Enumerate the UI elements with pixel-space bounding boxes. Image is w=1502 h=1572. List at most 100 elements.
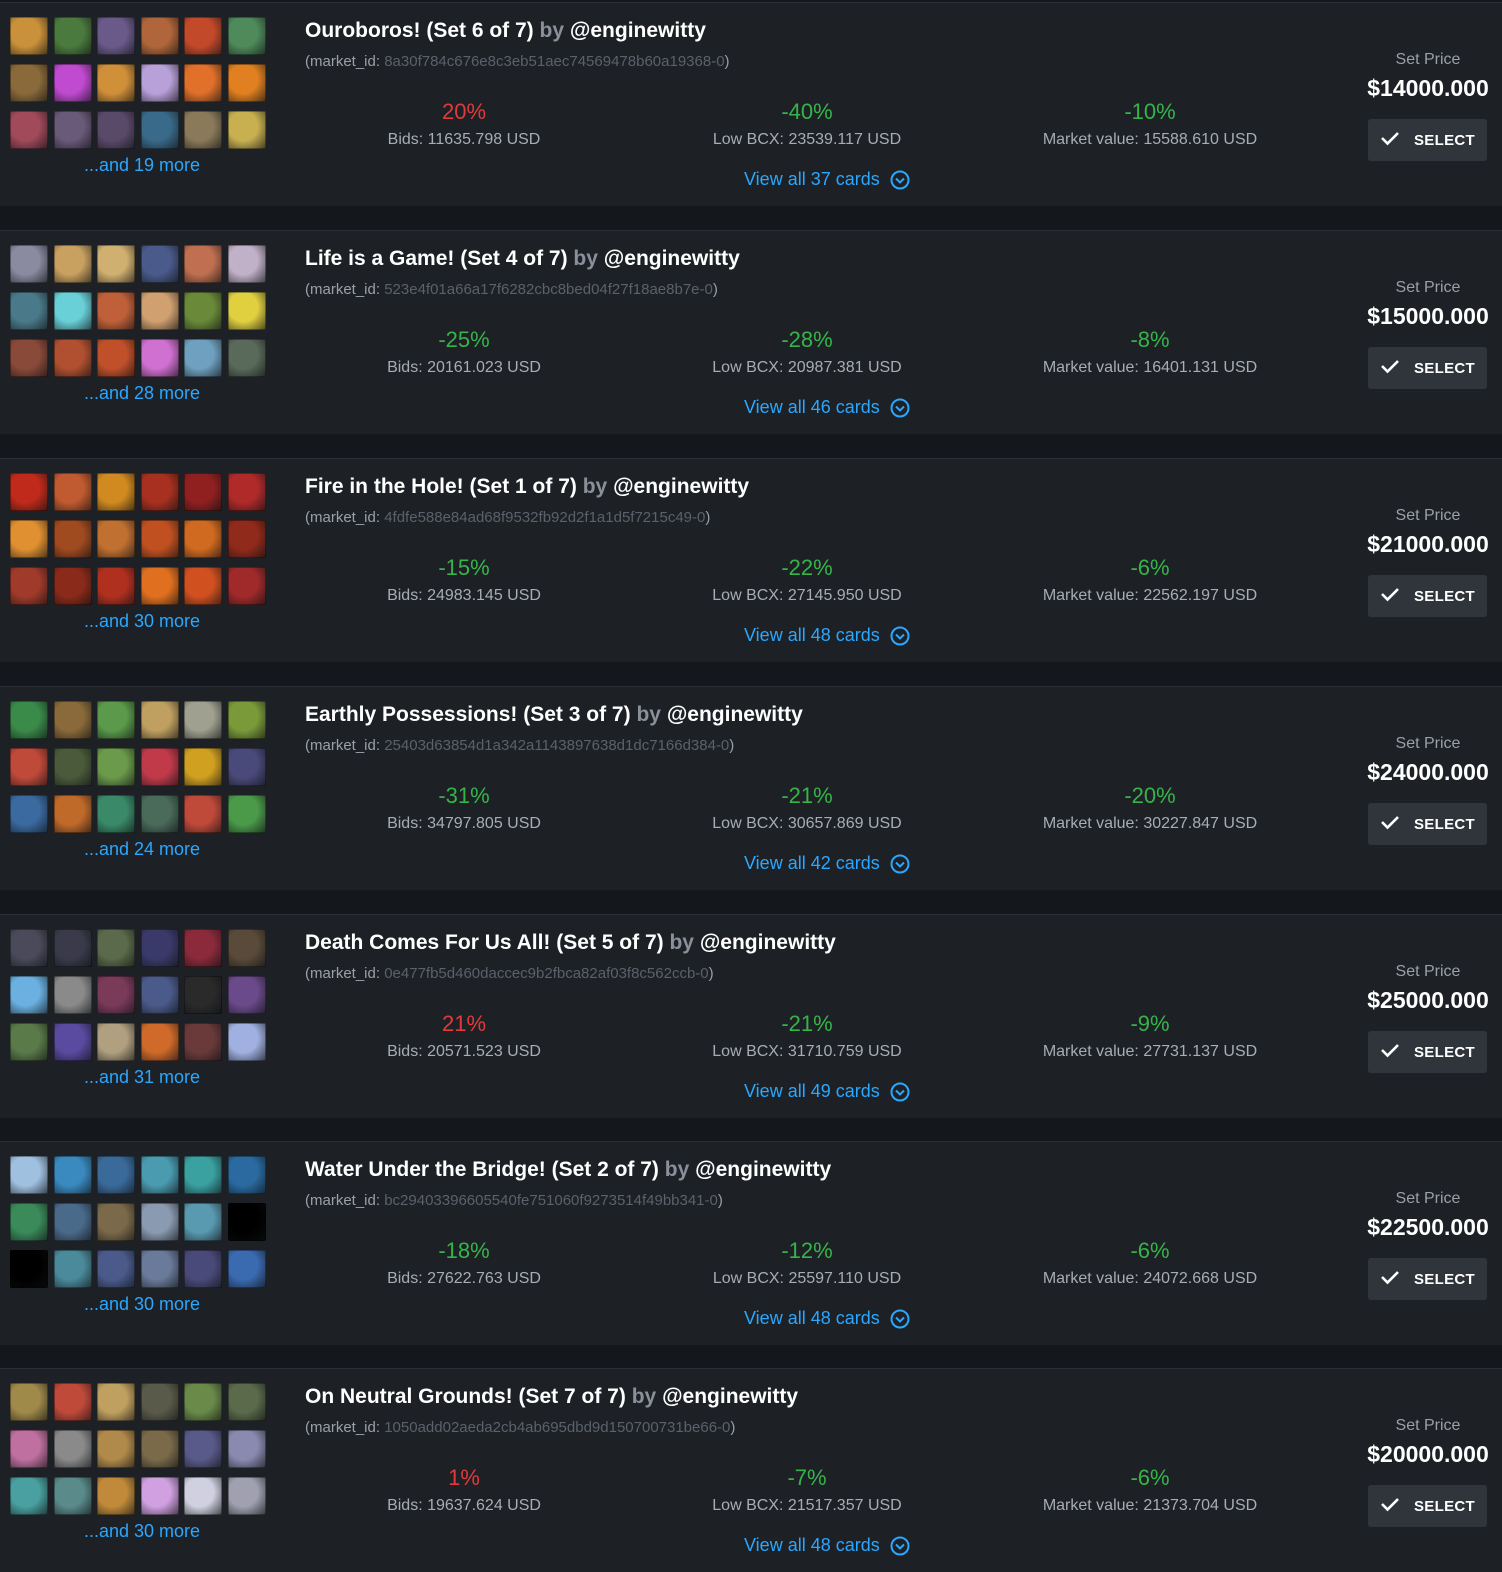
card-thumbnail[interactable] bbox=[228, 292, 266, 330]
card-thumbnail[interactable] bbox=[97, 1430, 135, 1468]
card-thumbnail[interactable] bbox=[141, 701, 179, 739]
card-thumbnail[interactable] bbox=[184, 520, 222, 558]
card-thumbnail[interactable] bbox=[10, 1383, 48, 1421]
card-thumbnail[interactable] bbox=[141, 245, 179, 283]
card-thumbnail[interactable] bbox=[54, 976, 92, 1014]
card-thumbnail[interactable] bbox=[54, 1023, 92, 1061]
card-thumbnail[interactable] bbox=[141, 976, 179, 1014]
card-thumbnail[interactable] bbox=[184, 929, 222, 967]
select-button[interactable]: SELECT bbox=[1368, 347, 1487, 389]
and-more-link[interactable]: ...and 31 more bbox=[0, 1067, 284, 1088]
view-all-cards-link[interactable]: View all 48 cards bbox=[744, 625, 910, 646]
card-thumbnail[interactable] bbox=[97, 748, 135, 786]
card-thumbnail[interactable] bbox=[184, 339, 222, 377]
card-thumbnail[interactable] bbox=[10, 929, 48, 967]
card-thumbnail[interactable] bbox=[10, 976, 48, 1014]
card-thumbnail[interactable] bbox=[228, 701, 266, 739]
card-thumbnail[interactable] bbox=[10, 1203, 48, 1241]
card-thumbnail[interactable] bbox=[228, 111, 266, 149]
select-button[interactable]: SELECT bbox=[1368, 1258, 1487, 1300]
card-thumbnail[interactable] bbox=[184, 976, 222, 1014]
card-thumbnail[interactable] bbox=[97, 111, 135, 149]
card-thumbnail[interactable] bbox=[54, 1250, 92, 1288]
card-thumbnail[interactable] bbox=[141, 292, 179, 330]
and-more-link[interactable]: ...and 30 more bbox=[0, 611, 284, 632]
card-thumbnail[interactable] bbox=[228, 339, 266, 377]
and-more-link[interactable]: ...and 30 more bbox=[0, 1521, 284, 1542]
card-thumbnail[interactable] bbox=[97, 701, 135, 739]
select-button[interactable]: SELECT bbox=[1368, 1485, 1487, 1527]
card-thumbnail[interactable] bbox=[10, 64, 48, 102]
card-thumbnail[interactable] bbox=[228, 64, 266, 102]
card-thumbnail[interactable] bbox=[141, 929, 179, 967]
card-thumbnail[interactable] bbox=[184, 1023, 222, 1061]
select-button[interactable]: SELECT bbox=[1368, 1031, 1487, 1073]
card-thumbnail[interactable] bbox=[228, 1156, 266, 1194]
card-thumbnail[interactable] bbox=[141, 17, 179, 55]
card-thumbnail[interactable] bbox=[54, 701, 92, 739]
card-thumbnail[interactable] bbox=[141, 339, 179, 377]
card-thumbnail[interactable] bbox=[184, 473, 222, 511]
card-thumbnail[interactable] bbox=[10, 1430, 48, 1468]
card-thumbnail[interactable] bbox=[184, 292, 222, 330]
card-thumbnail[interactable] bbox=[184, 1250, 222, 1288]
card-thumbnail[interactable] bbox=[184, 748, 222, 786]
card-thumbnail[interactable] bbox=[10, 748, 48, 786]
card-thumbnail[interactable] bbox=[54, 520, 92, 558]
card-thumbnail[interactable] bbox=[10, 1156, 48, 1194]
card-thumbnail[interactable] bbox=[141, 1023, 179, 1061]
card-thumbnail[interactable] bbox=[97, 292, 135, 330]
card-thumbnail[interactable] bbox=[141, 111, 179, 149]
card-thumbnail[interactable] bbox=[97, 795, 135, 833]
card-thumbnail[interactable] bbox=[141, 1156, 179, 1194]
card-thumbnail[interactable] bbox=[141, 1383, 179, 1421]
view-all-cards-link[interactable]: View all 48 cards bbox=[744, 1535, 910, 1556]
card-thumbnail[interactable] bbox=[10, 795, 48, 833]
card-thumbnail[interactable] bbox=[184, 1203, 222, 1241]
card-thumbnail[interactable] bbox=[97, 339, 135, 377]
card-thumbnail[interactable] bbox=[97, 929, 135, 967]
card-thumbnail[interactable] bbox=[54, 795, 92, 833]
card-thumbnail[interactable] bbox=[184, 795, 222, 833]
card-thumbnail[interactable] bbox=[54, 292, 92, 330]
select-button[interactable]: SELECT bbox=[1368, 803, 1487, 845]
card-thumbnail[interactable] bbox=[141, 64, 179, 102]
card-thumbnail[interactable] bbox=[97, 64, 135, 102]
card-thumbnail[interactable] bbox=[10, 1250, 48, 1288]
card-thumbnail[interactable] bbox=[228, 1250, 266, 1288]
card-thumbnail[interactable] bbox=[10, 1477, 48, 1515]
card-thumbnail[interactable] bbox=[10, 292, 48, 330]
card-thumbnail[interactable] bbox=[97, 567, 135, 605]
card-thumbnail[interactable] bbox=[54, 245, 92, 283]
card-thumbnail[interactable] bbox=[228, 567, 266, 605]
card-thumbnail[interactable] bbox=[228, 976, 266, 1014]
card-thumbnail[interactable] bbox=[10, 17, 48, 55]
card-thumbnail[interactable] bbox=[184, 111, 222, 149]
card-thumbnail[interactable] bbox=[141, 1203, 179, 1241]
and-more-link[interactable]: ...and 24 more bbox=[0, 839, 284, 860]
card-thumbnail[interactable] bbox=[97, 1156, 135, 1194]
card-thumbnail[interactable] bbox=[141, 1477, 179, 1515]
card-thumbnail[interactable] bbox=[97, 520, 135, 558]
card-thumbnail[interactable] bbox=[141, 748, 179, 786]
card-thumbnail[interactable] bbox=[184, 1156, 222, 1194]
card-thumbnail[interactable] bbox=[10, 701, 48, 739]
card-thumbnail[interactable] bbox=[141, 567, 179, 605]
card-thumbnail[interactable] bbox=[97, 976, 135, 1014]
card-thumbnail[interactable] bbox=[54, 1383, 92, 1421]
card-thumbnail[interactable] bbox=[184, 567, 222, 605]
card-thumbnail[interactable] bbox=[184, 1383, 222, 1421]
card-thumbnail[interactable] bbox=[141, 1250, 179, 1288]
card-thumbnail[interactable] bbox=[54, 473, 92, 511]
card-thumbnail[interactable] bbox=[228, 1477, 266, 1515]
card-thumbnail[interactable] bbox=[54, 567, 92, 605]
card-thumbnail[interactable] bbox=[10, 1023, 48, 1061]
view-all-cards-link[interactable]: View all 49 cards bbox=[744, 1081, 910, 1102]
card-thumbnail[interactable] bbox=[184, 1430, 222, 1468]
card-thumbnail[interactable] bbox=[54, 1156, 92, 1194]
card-thumbnail[interactable] bbox=[228, 473, 266, 511]
select-button[interactable]: SELECT bbox=[1368, 119, 1487, 161]
view-all-cards-link[interactable]: View all 37 cards bbox=[744, 169, 910, 190]
and-more-link[interactable]: ...and 30 more bbox=[0, 1294, 284, 1315]
view-all-cards-link[interactable]: View all 46 cards bbox=[744, 397, 910, 418]
